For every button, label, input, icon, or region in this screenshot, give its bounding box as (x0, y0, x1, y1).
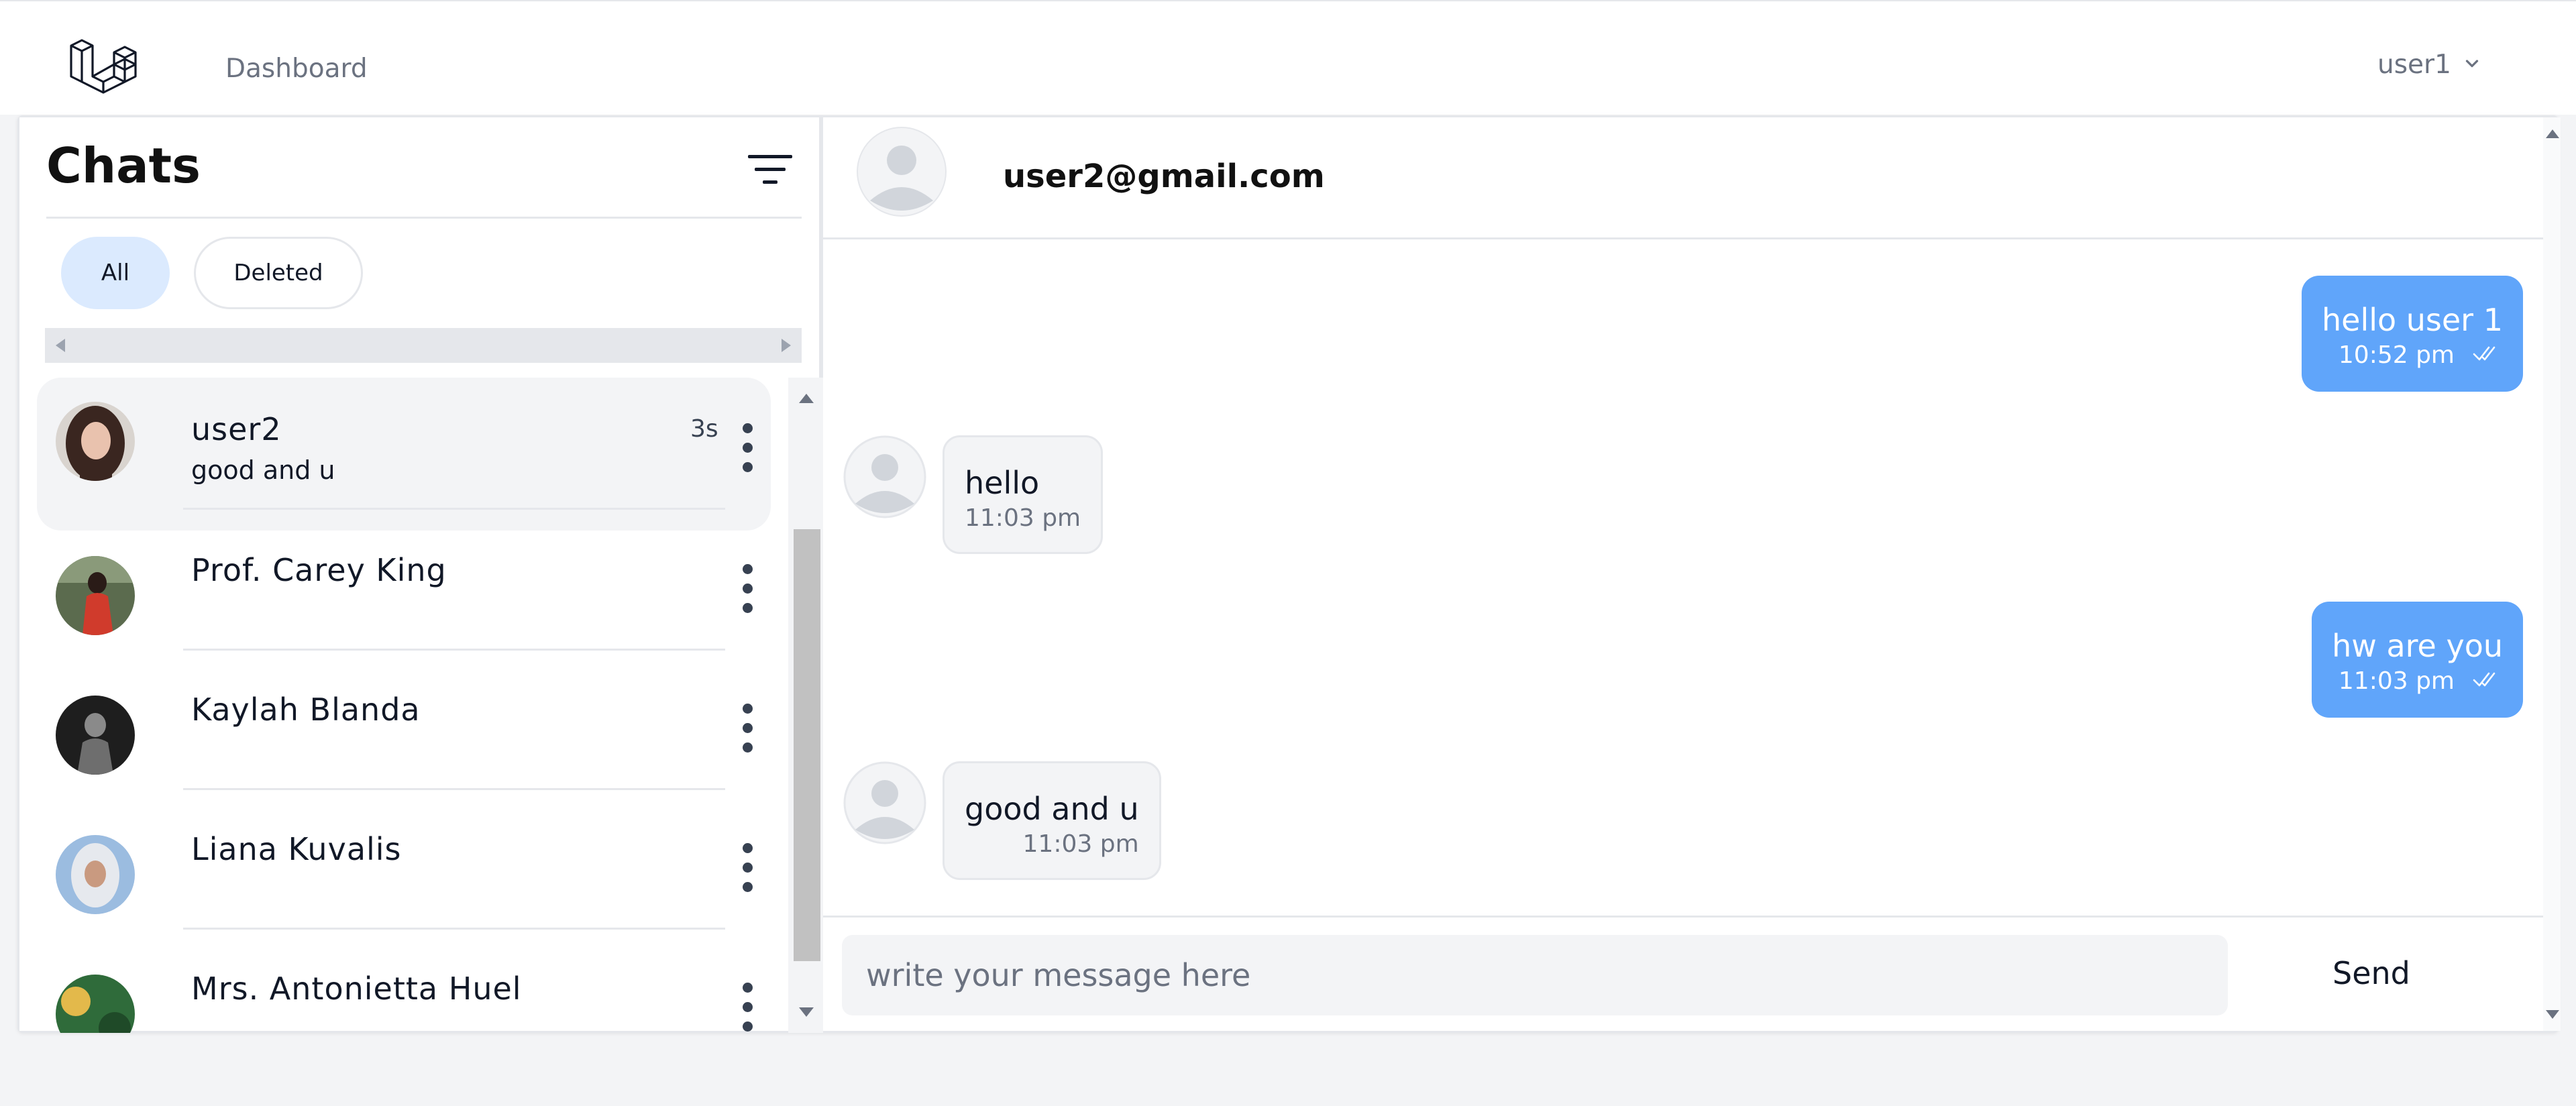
scroll-left-arrow-icon[interactable] (56, 339, 65, 352)
chat-time: 3s (690, 415, 718, 443)
avatar (843, 761, 926, 844)
chat-name: user2 (191, 411, 282, 447)
chevron-down-icon (2462, 50, 2482, 80)
user-menu-button[interactable]: user1 (2377, 50, 2482, 80)
message-bubble: hello 11:03 pm (943, 435, 1104, 554)
chat-list-title: Chats (46, 137, 201, 194)
message-text: good and u (965, 791, 1139, 827)
scroll-down-arrow-icon[interactable] (2546, 1010, 2559, 1019)
avatar (56, 975, 135, 1033)
filter-icon[interactable] (748, 152, 792, 187)
scrollbar-thumb[interactable] (794, 529, 820, 961)
more-options-icon[interactable] (741, 983, 753, 1033)
nav-link-dashboard[interactable]: Dashboard (225, 54, 368, 84)
message-input[interactable] (842, 935, 2228, 1015)
chat-list-item-user2[interactable]: user2 good and u 3s (37, 378, 771, 531)
conversation-scrollbar[interactable] (2543, 117, 2561, 1031)
message-time: 11:03 pm (965, 504, 1081, 532)
scroll-up-arrow-icon[interactable] (799, 394, 814, 403)
tab-all[interactable]: All (61, 237, 170, 309)
avatar (857, 127, 947, 217)
scroll-right-arrow-icon[interactable] (782, 339, 791, 352)
chat-list-item-carey-king[interactable]: Prof. Carey King (37, 532, 771, 685)
laravel-logo-icon[interactable] (68, 34, 138, 99)
user-menu-label: user1 (2377, 50, 2451, 80)
chat-list-item-kaylah-blanda[interactable]: Kaylah Blanda (37, 671, 771, 824)
double-check-icon (2472, 667, 2503, 695)
message-outgoing: hw are you 11:03 pm (2312, 602, 2523, 718)
horizontal-scrollbar[interactable] (45, 328, 802, 363)
chat-list-panel: Chats All Deleted user2 good and u 3s Pr… (19, 117, 823, 1033)
chat-name: Mrs. Antonietta Huel (191, 971, 522, 1007)
divider (183, 788, 725, 790)
more-options-icon[interactable] (741, 423, 753, 477)
avatar (56, 835, 135, 914)
message-incoming: hello 11:03 pm (843, 435, 1104, 554)
message-text: hw are you (2332, 628, 2503, 664)
message-time: 11:03 pm (2338, 667, 2455, 695)
scroll-down-arrow-icon[interactable] (799, 1007, 814, 1017)
chat-list: user2 good and u 3s Prof. Carey King Kay… (19, 378, 788, 1033)
message-text: hello (965, 465, 1040, 501)
chat-app-card: Chats All Deleted user2 good and u 3s Pr… (17, 115, 2561, 1033)
divider (183, 928, 725, 930)
top-navigation: Dashboard user1 (0, 0, 2576, 115)
double-check-icon (2472, 341, 2503, 369)
message-text: hello user 1 (2321, 302, 2503, 338)
conversation-header: user2@gmail.com (823, 117, 2543, 239)
message-bubble: good and u 11:03 pm (943, 761, 1161, 880)
chat-preview: good and u (191, 455, 335, 485)
send-button[interactable]: Send (2332, 955, 2410, 991)
message-time: 10:52 pm (2338, 341, 2455, 369)
message-time: 11:03 pm (1022, 830, 1139, 858)
chat-list-item-antonietta-huel[interactable]: Mrs. Antonietta Huel (37, 950, 771, 1033)
message-outgoing: hello user 1 10:52 pm (2301, 276, 2523, 392)
scroll-up-arrow-icon[interactable] (2546, 129, 2559, 138)
divider (183, 649, 725, 651)
chat-name: Kaylah Blanda (191, 692, 421, 728)
chat-name: Prof. Carey King (191, 552, 447, 588)
chat-list-item-liana-kuvalis[interactable]: Liana Kuvalis (37, 811, 771, 964)
avatar (843, 435, 926, 518)
more-options-icon[interactable] (741, 564, 753, 618)
chat-list-scrollbar[interactable] (788, 378, 823, 1033)
message-incoming: good and u 11:03 pm (843, 761, 1161, 880)
message-bubble: hw are you 11:03 pm (2312, 602, 2523, 718)
chat-name: Liana Kuvalis (191, 831, 402, 867)
avatar (56, 556, 135, 635)
avatar (56, 402, 135, 481)
divider (183, 508, 725, 510)
message-composer: Send (823, 916, 2543, 1033)
tab-deleted[interactable]: Deleted (194, 237, 363, 309)
message-bubble: hello user 1 10:52 pm (2301, 276, 2523, 392)
more-options-icon[interactable] (741, 704, 753, 757)
chat-list-divider (46, 217, 802, 219)
conversation-title: user2@gmail.com (1003, 158, 1325, 195)
avatar (56, 696, 135, 775)
more-options-icon[interactable] (741, 843, 753, 897)
conversation-panel: user2@gmail.com hello user 1 10:52 pm he… (823, 117, 2543, 1031)
